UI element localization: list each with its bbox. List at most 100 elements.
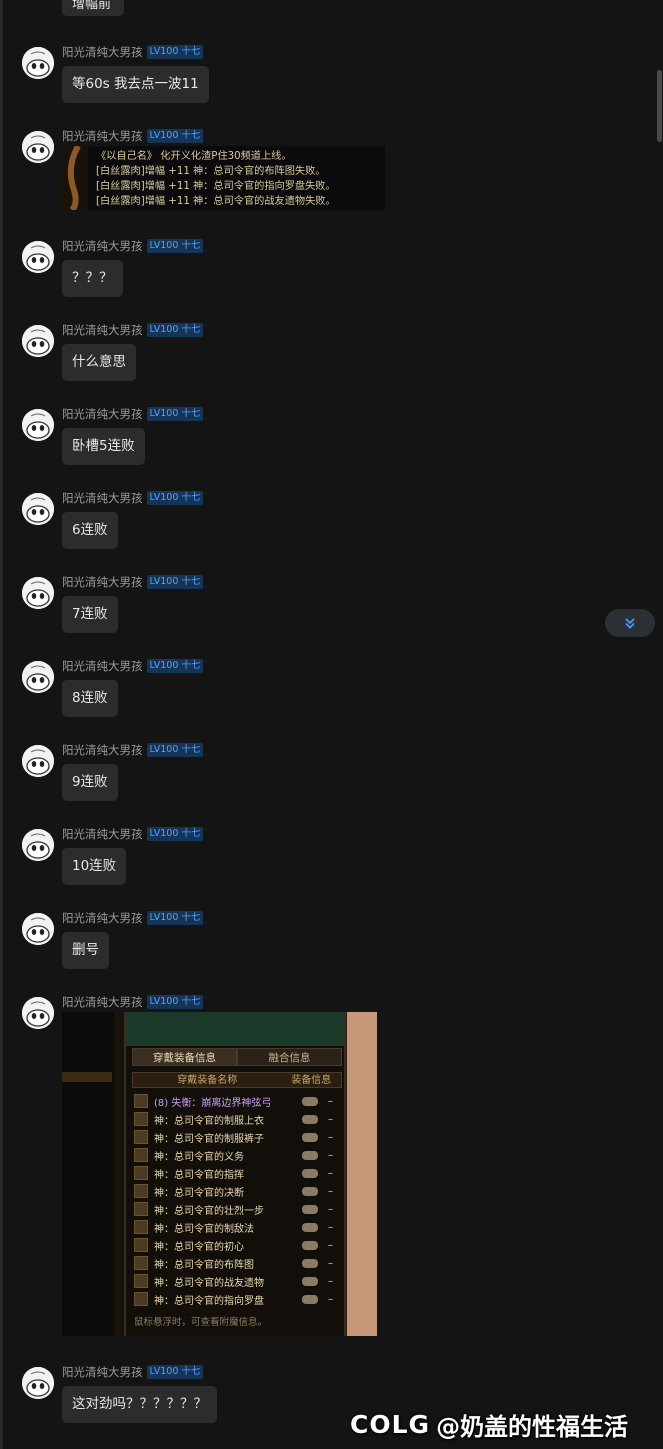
equipment-row: 神：总司令官的义务 – (132, 1146, 342, 1164)
level-badge: LV100 十七 (146, 911, 204, 925)
message-meta: 阳光清纯大男孩 LV100 十七 (62, 994, 204, 1010)
username[interactable]: 阳光清纯大男孩 (62, 490, 143, 506)
equipment-row: 神：总司令官的制服裤子 – (132, 1128, 342, 1146)
username[interactable]: 阳光清纯大男孩 (62, 574, 143, 590)
equipment-info: – (328, 1167, 333, 1179)
message-bubble: ？？？ (62, 260, 123, 297)
equipment-slot-icon (134, 1274, 148, 1288)
user-avatar[interactable] (22, 1367, 54, 1399)
username[interactable]: 阳光清纯大男孩 (62, 238, 143, 254)
level-badge: LV100 十七 (146, 407, 204, 421)
user-avatar[interactable] (22, 493, 54, 525)
tab-fusion-info[interactable]: 融合信息 (237, 1048, 342, 1066)
scrollbar-thumb[interactable] (657, 70, 662, 142)
username[interactable]: 阳光清纯大男孩 (62, 1364, 143, 1380)
equipment-slot-icon (134, 1112, 148, 1126)
message-meta: 阳光清纯大男孩 LV100 十七 (62, 658, 204, 674)
left-glow (62, 1072, 112, 1082)
equipment-info-icon (302, 1240, 318, 1250)
equipment-row: 神：总司令官的布阵图 – (132, 1254, 342, 1272)
equipment-name: 神：总司令官的义务 (154, 1151, 244, 1163)
equipment-slot-icon (134, 1256, 148, 1270)
message-meta: 阳光清纯大男孩 LV100 十七 (62, 44, 204, 60)
equipment-slot-icon (134, 1130, 148, 1144)
equipment-name: 神：总司令官的制服上衣 (154, 1115, 264, 1127)
equipment-name: 神：总司令官的制敌法 (154, 1223, 254, 1235)
chat-message: 阳光清纯大男孩 LV100 十七《以自己名》 化开义化渣P住30频道上线。 [白丝露… (22, 128, 385, 210)
username[interactable]: 阳光清纯大男孩 (62, 322, 143, 338)
equipment-info: – (328, 1257, 333, 1269)
equipment-name: 神：总司令官的制服裤子 (154, 1133, 264, 1145)
equipment-row: 神：总司令官的壮烈一步 – (132, 1200, 342, 1218)
message-meta: 阳光清纯大男孩 LV100 十七 (62, 322, 204, 338)
equipment-info: – (328, 1203, 333, 1215)
equipment-name: 神：总司令官的指向罗盘 (154, 1295, 264, 1307)
equipment-name: 神：总司令官的战友遗物 (154, 1277, 264, 1289)
level-badge: LV100 十七 (146, 129, 204, 143)
level-badge: LV100 十七 (146, 827, 204, 841)
equipment-row: 神：总司令官的指向罗盘 – (132, 1290, 342, 1308)
message-bubble: 10连败 (62, 848, 127, 885)
equipment-list: (8) 失衡：崩离边界神弦弓 – 神：总司令官的制服上衣 – 神：总司令官的制服裤子 – 神… (132, 1092, 342, 1308)
scrollbar-track[interactable] (657, 0, 663, 1449)
equipment-row: 神：总司令官的初心 – (132, 1236, 342, 1254)
message-meta: 阳光清纯大男孩 LV100 十七 (62, 826, 204, 842)
user-avatar[interactable] (22, 409, 54, 441)
user-avatar[interactable] (22, 325, 54, 357)
username[interactable]: 阳光清纯大男孩 (62, 658, 143, 674)
level-badge: LV100 十七 (146, 743, 204, 757)
level-badge: LV100 十七 (146, 491, 204, 505)
message-bubble: 7连败 (62, 596, 118, 633)
equipment-row: (8) 失衡：崩离边界神弦弓 – (132, 1092, 342, 1110)
user-avatar[interactable] (22, 577, 54, 609)
equipment-info: – (328, 1239, 333, 1251)
user-avatar[interactable] (22, 745, 54, 777)
hover-hint: 鼠标悬浮时，可查看附魔信息。 (134, 1317, 268, 1328)
user-avatar[interactable] (22, 241, 54, 273)
user-avatar[interactable] (22, 997, 54, 1029)
user-avatar[interactable] (22, 661, 54, 693)
username[interactable]: 阳光清纯大男孩 (62, 128, 143, 144)
message-meta: 阳光清纯大男孩 LV100 十七 (62, 238, 204, 254)
scroll-to-bottom-button[interactable] (605, 609, 655, 637)
message-meta: 阳光清纯大男孩 LV100 十七 (62, 490, 204, 506)
user-avatar[interactable] (22, 47, 54, 79)
message-bubble: 这对劲吗？？？？？？ (62, 1386, 217, 1423)
equipment-screenshot[interactable]: 穿戴装备信息 融合信息 穿戴装备名称 装备信息 (8) 失衡：崩离边界神弦弓 – 神：总司令… (62, 1012, 377, 1336)
username[interactable]: 阳光清纯大男孩 (62, 994, 143, 1010)
username[interactable]: 阳光清纯大男孩 (62, 742, 143, 758)
equipment-info: – (328, 1185, 333, 1197)
chat-message: 阳光清纯大男孩 LV100 十七穿戴装备信息 融合信息 穿戴装备名称 装备信息 (8) 失… (22, 994, 377, 1336)
tab-worn-equipment[interactable]: 穿戴装备信息 (132, 1048, 237, 1066)
equipment-slot-icon (134, 1220, 148, 1234)
message-meta: 阳光清纯大男孩 LV100 十七 (62, 128, 204, 144)
character-preview (126, 1012, 344, 1046)
equipment-name: 神：总司令官的布阵图 (154, 1259, 254, 1271)
equipment-info-icon (302, 1168, 318, 1178)
equipment-row: 神：总司令官的指挥 – (132, 1164, 342, 1182)
equipment-slot-icon (134, 1238, 148, 1252)
message-meta: 阳光清纯大男孩 LV100 十七 (62, 742, 204, 758)
log-line: [白丝露肉]增幅 +11 神：总司令官的战友遗物失败。 (96, 196, 336, 207)
user-avatar[interactable] (22, 131, 54, 163)
equipment-info: – (328, 1131, 333, 1143)
equipment-name: 神：总司令官的初心 (154, 1241, 244, 1253)
equipment-info-icon (302, 1132, 318, 1142)
colg-logo: COLG (350, 1409, 431, 1439)
username[interactable]: 阳光清纯大男孩 (62, 910, 143, 926)
user-avatar[interactable] (22, 913, 54, 945)
equipment-info: – (328, 1095, 333, 1107)
equipment-info-icon (302, 1258, 318, 1268)
username[interactable]: 阳光清纯大男孩 (62, 406, 143, 422)
equipment-info: – (328, 1275, 333, 1287)
message-bubble: 删号 (62, 932, 109, 969)
log-line: [白丝露肉]增幅 +11 神：总司令官的布阵图失败。 (96, 166, 326, 177)
level-badge: LV100 十七 (146, 1365, 204, 1379)
message-meta: 阳光清纯大男孩 LV100 十七 (62, 910, 204, 926)
equipment-info: – (328, 1149, 333, 1161)
username[interactable]: 阳光清纯大男孩 (62, 44, 143, 60)
user-avatar[interactable] (22, 829, 54, 861)
game-log-screenshot[interactable]: 《以自己名》 化开义化渣P住30频道上线。 [白丝露肉]增幅 +11 神：总司令官… (62, 146, 385, 210)
username[interactable]: 阳光清纯大男孩 (62, 826, 143, 842)
equipment-info: – (328, 1221, 333, 1233)
